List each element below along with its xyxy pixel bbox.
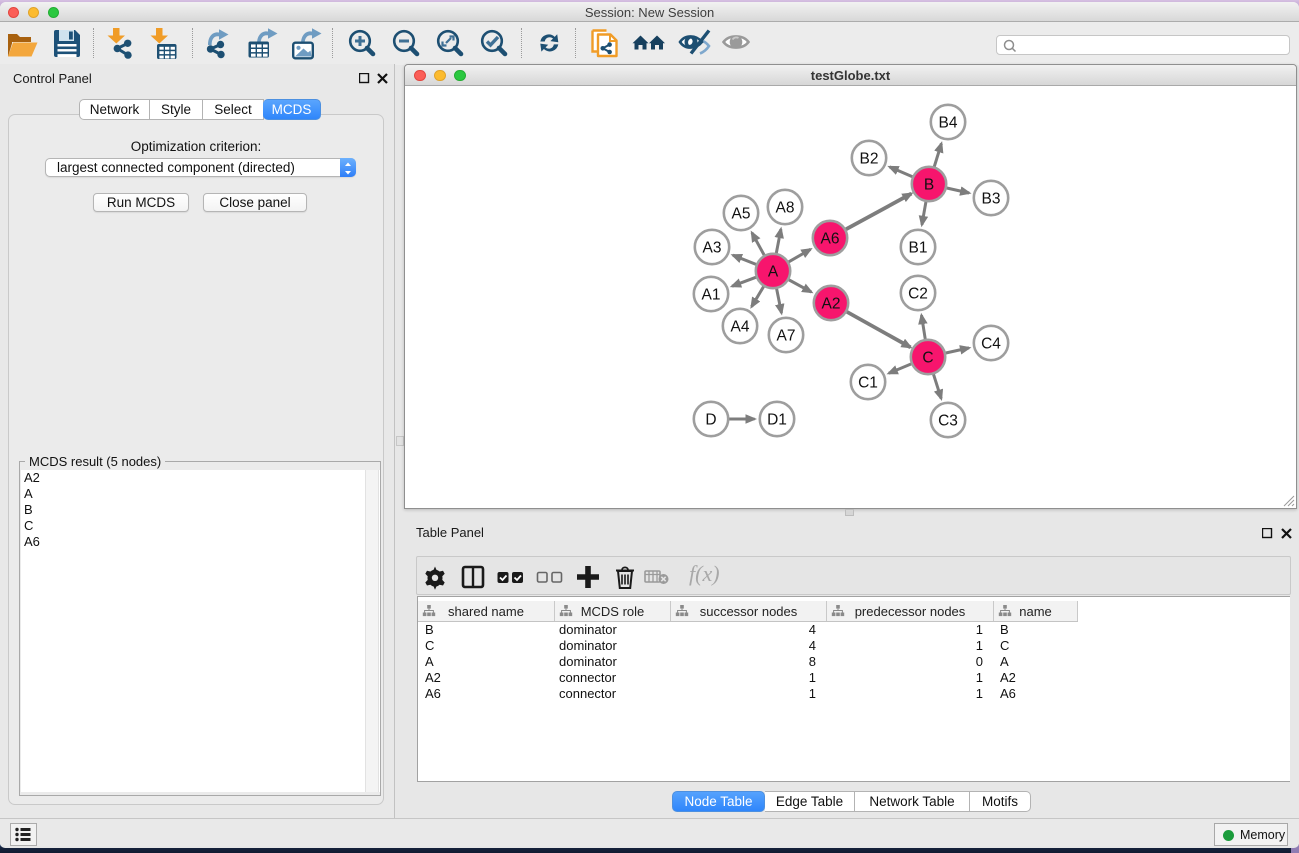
- svg-text:B1: B1: [909, 240, 928, 257]
- svg-text:C2: C2: [908, 286, 928, 303]
- svg-text:B: B: [924, 177, 934, 194]
- svg-text:D: D: [705, 412, 716, 429]
- svg-text:C3: C3: [938, 413, 958, 430]
- svg-text:A8: A8: [776, 200, 795, 217]
- svg-text:D1: D1: [767, 412, 787, 429]
- svg-text:B4: B4: [939, 115, 958, 132]
- svg-text:A7: A7: [777, 328, 796, 345]
- svg-text:A4: A4: [731, 319, 750, 336]
- svg-text:C4: C4: [981, 336, 1001, 353]
- svg-text:B3: B3: [982, 191, 1001, 208]
- svg-text:A2: A2: [822, 296, 841, 313]
- svg-text:C: C: [922, 350, 933, 367]
- svg-text:B2: B2: [860, 151, 879, 168]
- svg-text:A: A: [768, 264, 779, 281]
- svg-text:A6: A6: [821, 231, 840, 248]
- svg-text:C1: C1: [858, 375, 878, 392]
- svg-text:A5: A5: [732, 206, 751, 223]
- svg-text:A3: A3: [703, 240, 722, 257]
- svg-text:A1: A1: [702, 287, 721, 304]
